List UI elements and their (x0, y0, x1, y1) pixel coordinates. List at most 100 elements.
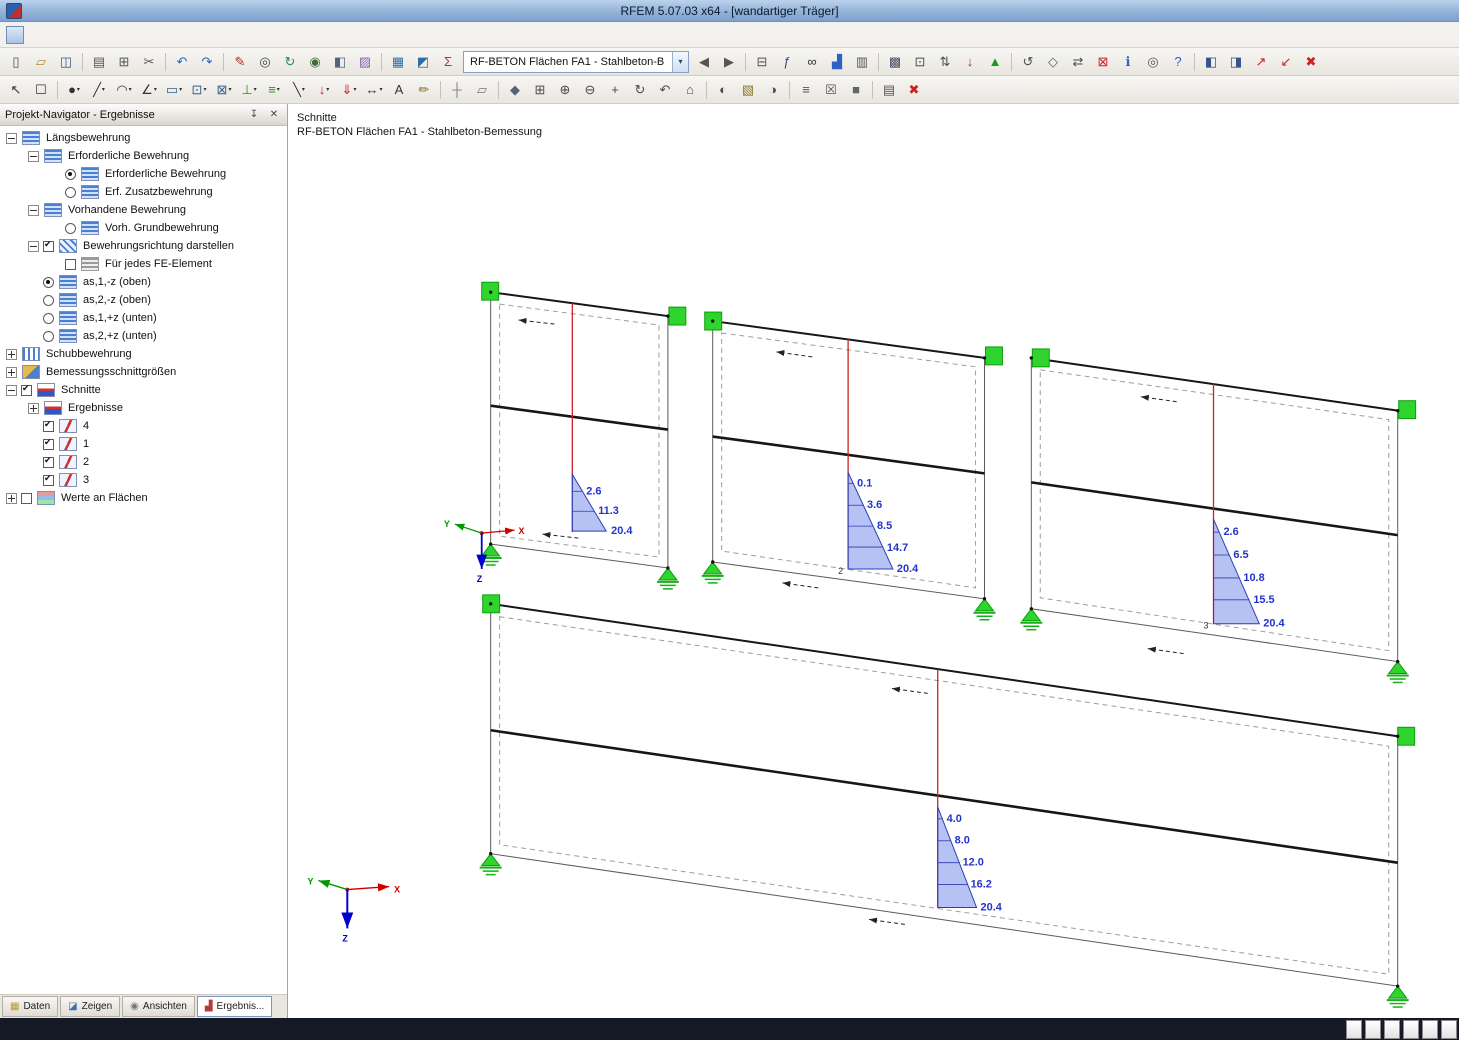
calculation-icon[interactable]: ⊟ (750, 50, 774, 74)
tree-schnitte[interactable]: Schnitte (0, 381, 287, 399)
window-cascade-icon[interactable]: ◧ (1199, 50, 1223, 74)
visibility-icon[interactable]: ◐ (711, 78, 735, 102)
dimension-tool-icon[interactable]: ↔ (362, 78, 386, 102)
menu-hilfe[interactable] (207, 32, 223, 38)
tree-check[interactable] (43, 475, 54, 486)
menu-extras[interactable] (127, 32, 143, 38)
section-diagram-c[interactable]: 2.6 6.5 10.8 15.5 20.4 3 (1204, 384, 1286, 631)
tree-vorhandene-bewehrung[interactable]: Vorhandene Bewehrung (0, 201, 287, 219)
tree-check[interactable] (43, 277, 54, 288)
dxf-button[interactable] (1441, 1020, 1457, 1039)
zoom-window-icon[interactable]: ⊞ (528, 78, 552, 102)
display-properties-icon[interactable]: ≡ (794, 78, 818, 102)
tree-expander-icon[interactable] (6, 133, 17, 144)
text-tool-icon[interactable]: A (387, 78, 411, 102)
close-module-icon[interactable]: ✖ (1299, 50, 1323, 74)
save-icon[interactable]: ◫ (54, 50, 78, 74)
export-icon[interactable]: ↗ (1249, 50, 1273, 74)
undo-icon[interactable]: ↶ (170, 50, 194, 74)
tab-daten[interactable]: ▦ Daten (2, 996, 58, 1017)
solid-tool-icon[interactable]: ⊡ (187, 78, 211, 102)
previous-view-icon[interactable]: ↶ (653, 78, 677, 102)
tree-check[interactable] (65, 259, 76, 270)
supports-display-icon[interactable]: ▲ (983, 50, 1007, 74)
results-icon[interactable]: Σ (436, 50, 460, 74)
close-icon[interactable]: ✕ (266, 107, 282, 123)
line-tool-icon[interactable]: ╱ (87, 78, 111, 102)
combo-dropdown-icon[interactable]: ▾ (672, 52, 688, 72)
redo-icon[interactable]: ↷ (195, 50, 219, 74)
formula-icon[interactable]: ƒ (775, 50, 799, 74)
wall-4[interactable] (480, 595, 1415, 1007)
tree-as1-plus-z[interactable]: as,1,+z (unten) (0, 309, 287, 327)
tree-fe-element[interactable]: Für jedes FE-Element (0, 255, 287, 273)
tree-expander-icon[interactable] (28, 403, 39, 414)
polyline-tool-icon[interactable]: ∠ (137, 78, 161, 102)
tree-check[interactable] (65, 223, 76, 234)
tree-werte-an-flaechen[interactable]: Werte an Flächen (0, 489, 287, 507)
regenerate-icon[interactable]: ↻ (278, 50, 302, 74)
window-tile-icon[interactable]: ◨ (1224, 50, 1248, 74)
user-view-icon[interactable]: ◑ (761, 78, 785, 102)
tree-expander-icon[interactable] (6, 385, 17, 396)
tree-expander-icon[interactable] (6, 349, 17, 360)
menu-ergebnisse[interactable] (111, 32, 127, 38)
tree-check[interactable] (21, 385, 32, 396)
print-graphic-icon[interactable]: ▥ (850, 50, 874, 74)
rotate-model-icon[interactable]: ↺ (1016, 50, 1040, 74)
tree-expander-icon[interactable] (28, 151, 39, 162)
zoom-out-icon[interactable]: ⊖ (578, 78, 602, 102)
result-case-combo[interactable]: RF-BETON Flächen FA1 - Stahlbeton-B ▾ (463, 51, 689, 73)
tree-check[interactable] (43, 331, 54, 342)
print-view-icon[interactable]: ▤ (877, 78, 901, 102)
tree-check[interactable] (43, 457, 54, 468)
menu-einfuegen[interactable] (79, 32, 95, 38)
render-solid-icon[interactable]: ■ (844, 78, 868, 102)
node-tool-icon[interactable]: ● (62, 78, 86, 102)
menu-ansicht[interactable] (63, 32, 79, 38)
tree-check[interactable] (43, 295, 54, 306)
tree-erforderliche-bewehrung[interactable]: Erforderliche Bewehrung (0, 165, 287, 183)
nodal-load-tool-icon[interactable]: ↓ (312, 78, 336, 102)
panels-icon[interactable]: ◩ (411, 50, 435, 74)
tree-vorh-grundbewehrung[interactable]: Vorh. Grundbewehrung (0, 219, 287, 237)
tree-schnitt-3[interactable]: 3 (0, 471, 287, 489)
menu-zusatzmodule[interactable] (175, 32, 191, 38)
wall-1[interactable] (480, 282, 686, 589)
tree-check[interactable] (65, 169, 76, 180)
line-support-tool-icon[interactable]: ≡ (262, 78, 286, 102)
info-icon[interactable]: ℹ (1116, 50, 1140, 74)
raster-button[interactable] (1365, 1020, 1381, 1039)
tree-check[interactable] (43, 421, 54, 432)
fe-numbering-icon[interactable]: ⊡ (908, 50, 932, 74)
result-values-icon[interactable]: ∞ (800, 50, 824, 74)
arc-tool-icon[interactable]: ◠ (112, 78, 136, 102)
tree-schnitt-1[interactable]: 1 (0, 435, 287, 453)
tree-check[interactable] (43, 241, 54, 252)
opening-tool-icon[interactable]: ⊠ (212, 78, 236, 102)
tables-icon[interactable]: ▦ (386, 50, 410, 74)
tab-ergebnisse[interactable]: ▟ Ergebnis... (197, 996, 273, 1017)
tree-as1-minus-z[interactable]: as,1,-z (oben) (0, 273, 287, 291)
kartes-button[interactable] (1384, 1020, 1400, 1039)
full-view-icon[interactable]: ⌂ (678, 78, 702, 102)
previous-case-icon[interactable]: ◀ (692, 50, 716, 74)
member-tool-icon[interactable]: ╲ (287, 78, 311, 102)
rotate-view-icon[interactable]: ↻ (628, 78, 652, 102)
tree-expander-icon[interactable] (28, 205, 39, 216)
globe-icon[interactable]: ◉ (303, 50, 327, 74)
tree-ergebnisse[interactable]: Ergebnisse (0, 399, 287, 417)
edit-icon[interactable]: ✎ (228, 50, 252, 74)
cut-icon[interactable]: ✂ (137, 50, 161, 74)
render-icon[interactable]: ▨ (353, 50, 377, 74)
select-arrow-icon[interactable]: ↖ (4, 78, 28, 102)
tree-expander-icon[interactable] (28, 241, 39, 252)
menu-optionen[interactable] (159, 32, 175, 38)
nodal-support-tool-icon[interactable]: ⊥ (237, 78, 261, 102)
view-mode-icon[interactable]: ◧ (328, 50, 352, 74)
work-plane-icon[interactable]: ▱ (470, 78, 494, 102)
tree-schnitt-2[interactable]: 2 (0, 453, 287, 471)
line-load-tool-icon[interactable]: ⇓ (337, 78, 361, 102)
tree-erf-zusatzbewehrung[interactable]: Erf. Zusatzbewehrung (0, 183, 287, 201)
wall-3[interactable] (1020, 349, 1415, 683)
